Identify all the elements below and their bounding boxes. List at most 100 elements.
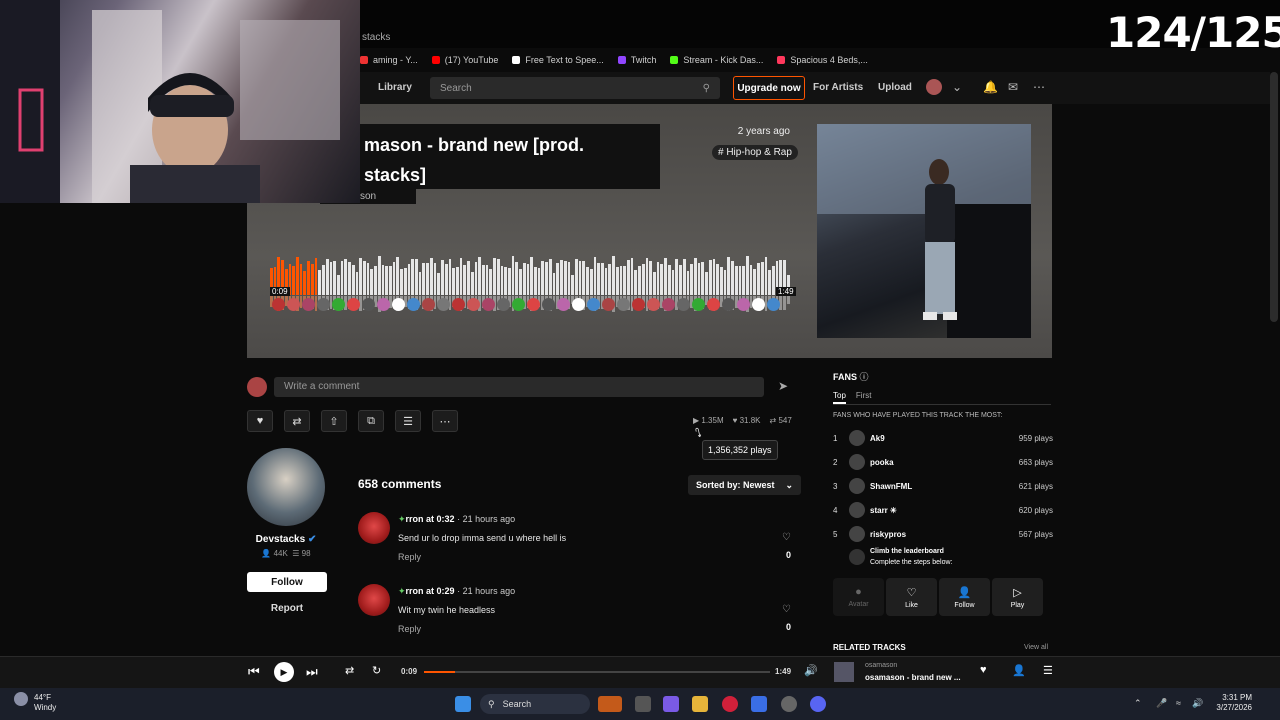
comment-like-icon[interactable]: ♡ [782, 532, 791, 543]
genre-tag[interactable]: # Hip-hop & Rap [712, 145, 798, 160]
comment-like-icon[interactable]: ♡ [782, 604, 791, 615]
shuffle-icon[interactable]: ⇄ [345, 664, 354, 677]
waveform-comment-avatar[interactable] [347, 298, 360, 311]
waveform-comment-avatar[interactable] [572, 298, 585, 311]
fan-avatar[interactable] [849, 502, 865, 518]
fan-row[interactable]: 5 riskypros 567 plays [833, 526, 1053, 544]
comment-input[interactable]: Write a comment [274, 377, 764, 397]
more-button[interactable]: ⋯ [432, 410, 458, 432]
weather-widget[interactable]: 44°F Windy [34, 693, 56, 713]
waveform-comment-avatar[interactable] [617, 298, 630, 311]
uploader-avatar[interactable] [247, 448, 325, 526]
fan-name[interactable]: ShawnFML [870, 482, 912, 491]
plays-stat[interactable]: ▶ 1.35M [693, 416, 724, 425]
waveform-comment-avatar[interactable] [272, 298, 285, 311]
fan-row[interactable]: 4 starr ✳ 620 plays [833, 502, 1053, 520]
fan-row[interactable]: 1 Ak9 959 plays [833, 430, 1053, 448]
previous-icon[interactable]: ⏮ [248, 664, 260, 680]
volume-icon[interactable]: 🔊 [804, 664, 818, 677]
system-clock[interactable]: 3:31 PM 3/27/2026 [1210, 693, 1252, 713]
now-playing-artwork[interactable] [834, 662, 854, 682]
search-input[interactable]: Search ⚲ [430, 77, 720, 99]
waveform-comment-avatar[interactable] [557, 298, 570, 311]
search-icon[interactable]: ⚲ [703, 83, 710, 94]
settings-icon[interactable] [781, 696, 797, 712]
waveform-comment-avatar[interactable] [302, 298, 315, 311]
waveform-comment-avatar[interactable] [422, 298, 435, 311]
waveform-comment-avatar[interactable] [467, 298, 480, 311]
bell-icon[interactable]: 🔔 [983, 80, 998, 94]
task-view-icon[interactable] [635, 696, 651, 712]
sort-dropdown[interactable]: Sorted by: Newest ⌄ [688, 475, 801, 495]
copilot-icon[interactable] [663, 696, 679, 712]
bookmark-item[interactable]: Stream - Kick Das... [670, 55, 763, 65]
like-button[interactable]: ♥ [247, 410, 273, 432]
waveform-comment-avatars[interactable] [272, 298, 782, 312]
play-button[interactable]: ▶ [274, 662, 294, 682]
scrollbar[interactable] [1270, 72, 1278, 322]
uploader-name[interactable]: Devstacks ✔ [247, 534, 325, 545]
for-artists-link[interactable]: For Artists [813, 82, 863, 93]
chevron-down-icon[interactable]: ⌄ [952, 80, 962, 94]
waveform-comment-avatar[interactable] [662, 298, 675, 311]
queue-icon[interactable]: ☰ [1043, 664, 1053, 677]
file-explorer-icon[interactable] [692, 696, 708, 712]
repeat-icon[interactable]: ↻ [372, 664, 381, 677]
widgets-icon[interactable] [598, 696, 622, 712]
speaker-icon[interactable]: 🔊 [1192, 698, 1203, 709]
fan-row[interactable]: 3 ShawnFML 621 plays [833, 478, 1053, 496]
more-icon[interactable]: ⋯ [1033, 80, 1045, 94]
waveform-comment-avatar[interactable] [542, 298, 555, 311]
likes-stat[interactable]: ♥ 31.8K [733, 416, 761, 425]
next-icon[interactable]: ⏭ [306, 664, 318, 680]
taskbar-search[interactable]: ⚲ Search [480, 694, 590, 714]
tab-top[interactable]: Top [833, 391, 846, 404]
nav-library[interactable]: Library [378, 82, 412, 93]
waveform-comment-avatar[interactable] [707, 298, 720, 311]
waveform-comment-avatar[interactable] [437, 298, 450, 311]
fan-avatar[interactable] [849, 454, 865, 470]
waveform-comment-avatar[interactable] [632, 298, 645, 311]
step-avatar[interactable]: ● Avatar [833, 578, 884, 616]
store-icon[interactable] [751, 696, 767, 712]
windows-start-icon[interactable] [455, 696, 471, 712]
waveform-comment-avatar[interactable] [317, 298, 330, 311]
tray-chevron-icon[interactable]: ⌃ [1134, 698, 1142, 709]
now-playing-artist[interactable]: osamason [865, 662, 897, 669]
upgrade-button[interactable]: Upgrade now [733, 76, 805, 100]
tab-title[interactable]: stacks [362, 32, 390, 43]
waveform-comment-avatar[interactable] [767, 298, 780, 311]
progress-bar[interactable] [424, 671, 770, 673]
mail-icon[interactable]: ✉ [1008, 80, 1018, 94]
now-playing-title[interactable]: osamason - brand new ... [865, 673, 961, 682]
waveform-comment-avatar[interactable] [482, 298, 495, 311]
send-icon[interactable]: ➤ [778, 379, 788, 393]
fan-name[interactable]: Ak9 [870, 434, 885, 443]
waveform-comment-avatar[interactable] [527, 298, 540, 311]
commenter-avatar[interactable] [358, 512, 390, 544]
add-to-playlist-button[interactable]: ☰ [395, 410, 421, 432]
fan-avatar[interactable] [849, 430, 865, 446]
bookmark-item[interactable]: (17) YouTube [431, 55, 498, 65]
waveform-comment-avatar[interactable] [407, 298, 420, 311]
info-icon[interactable]: ⓘ [860, 372, 869, 382]
waveform-comment-avatar[interactable] [692, 298, 705, 311]
waveform-comment-avatar[interactable] [737, 298, 750, 311]
user-avatar[interactable] [926, 79, 942, 95]
waveform-comment-avatar[interactable] [392, 298, 405, 311]
bookmark-item[interactable]: Spacious 4 Beds,... [777, 55, 868, 65]
step-play[interactable]: ▷ Play [992, 578, 1043, 616]
waveform-comment-avatar[interactable] [287, 298, 300, 311]
waveform[interactable] [270, 255, 790, 295]
bookmark-item[interactable]: aming - Y... [360, 55, 418, 65]
waveform-comment-avatar[interactable] [362, 298, 375, 311]
reply-button[interactable]: Reply [398, 624, 421, 634]
bookmark-item[interactable]: Twitch [617, 55, 656, 65]
waveform-comment-avatar[interactable] [587, 298, 600, 311]
step-like[interactable]: ♡ Like [886, 578, 937, 616]
waveform-comment-avatar[interactable] [722, 298, 735, 311]
waveform-comment-avatar[interactable] [647, 298, 660, 311]
upload-link[interactable]: Upload [878, 82, 912, 93]
fan-name[interactable]: pooka [870, 458, 894, 467]
waveform-comment-avatar[interactable] [677, 298, 690, 311]
